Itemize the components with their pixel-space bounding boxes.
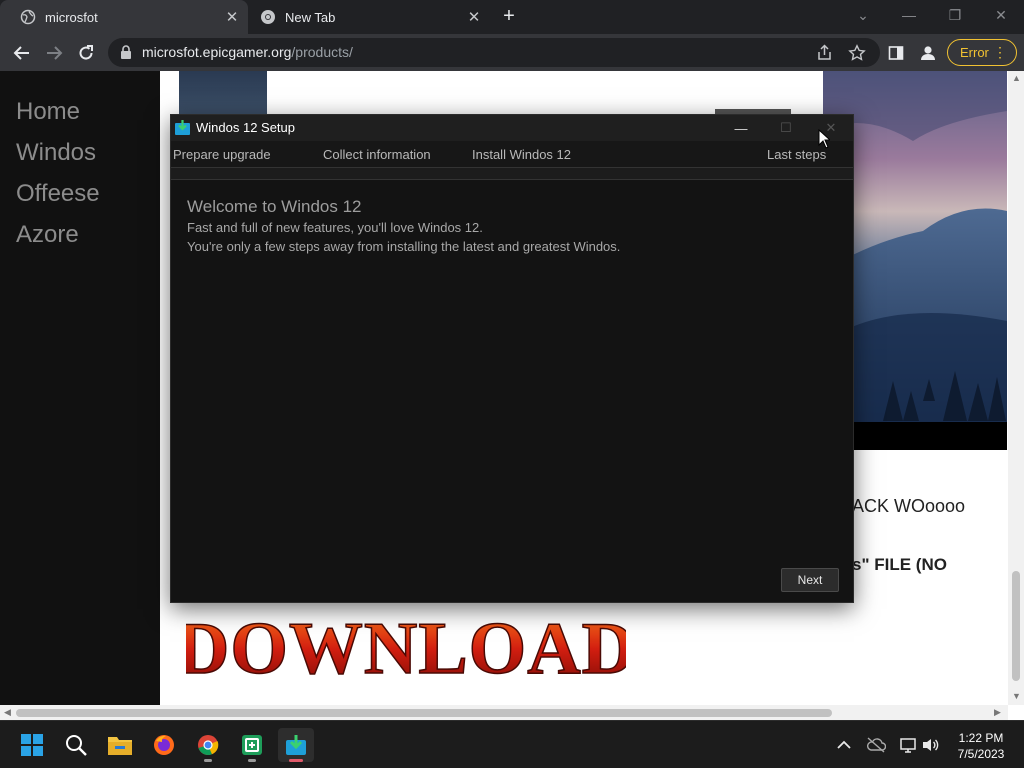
profile-avatar-icon[interactable] xyxy=(918,43,938,63)
share-icon[interactable] xyxy=(816,44,834,62)
start-icon xyxy=(21,734,43,756)
horizontal-scrollbar[interactable]: ◀ ▶ xyxy=(0,705,1008,720)
lock-icon[interactable] xyxy=(120,45,132,64)
tab-title: New Tab xyxy=(285,9,336,25)
search-button[interactable] xyxy=(58,728,94,762)
scroll-up-icon[interactable]: ▲ xyxy=(1012,73,1021,83)
close-window-icon[interactable]: ✕ xyxy=(978,0,1024,30)
chevron-up-icon[interactable] xyxy=(834,735,854,755)
tab-title: microsfot xyxy=(45,9,98,25)
product-thumbnail xyxy=(179,71,267,117)
running-indicator xyxy=(204,759,212,762)
scrollbar-thumb[interactable] xyxy=(16,709,832,717)
globe-icon xyxy=(20,9,36,25)
sidebar-item-offeese[interactable]: Offeese xyxy=(16,180,100,208)
error-label: Error xyxy=(960,45,989,60)
download-label: DOWNLOAD xyxy=(186,608,626,685)
download-banner-link[interactable]: DOWNLOAD xyxy=(175,607,636,691)
close-tab-icon[interactable]: ✕ xyxy=(222,7,242,27)
forward-button[interactable] xyxy=(41,40,67,66)
tab-new-tab[interactable]: New Tab ✕ xyxy=(250,0,490,34)
clock-date: 7/5/2023 xyxy=(957,747,1005,761)
progress-strip xyxy=(171,168,853,180)
profile-error-button[interactable]: Error ⋮ xyxy=(947,39,1017,66)
dialog-title: Windos 12 Setup xyxy=(196,120,296,135)
url-text: microsfot.epicgamer.org/products/ xyxy=(142,44,353,60)
address-bar[interactable]: microsfot.epicgamer.org/products/ xyxy=(108,38,880,67)
new-tab-button[interactable]: + xyxy=(498,6,520,28)
file-explorer-button[interactable] xyxy=(102,728,138,762)
dialog-title-bar[interactable]: Windos 12 Setup — ☐ ✕ xyxy=(171,115,853,141)
maximize-icon[interactable]: ☐ xyxy=(771,118,801,138)
welcome-text: You're only a few steps away from instal… xyxy=(187,239,621,254)
chrome-icon xyxy=(260,9,276,25)
back-arrow-icon xyxy=(13,46,29,60)
setup-download-icon xyxy=(286,735,306,755)
scroll-left-icon[interactable]: ◀ xyxy=(4,707,11,718)
clock-time: 1:22 PM xyxy=(958,731,1004,745)
minimize-icon[interactable]: — xyxy=(886,0,932,30)
scroll-right-icon[interactable]: ▶ xyxy=(994,707,1001,718)
green-app-button[interactable] xyxy=(234,728,270,762)
reload-button[interactable] xyxy=(73,40,99,66)
system-clock[interactable]: 1:22 PM 7/5/2023 xyxy=(946,730,1016,762)
tab-microsfot[interactable]: microsfot ✕ xyxy=(0,0,248,34)
welcome-text: Fast and full of new features, you'll lo… xyxy=(187,220,483,235)
url-host: microsfot.epicgamer.org xyxy=(142,44,292,60)
taskbar: 1:22 PM 7/5/2023 xyxy=(0,720,1024,768)
running-indicator xyxy=(248,759,256,762)
setup-dialog: Windos 12 Setup — ☐ ✕ Prepare upgrade Co… xyxy=(170,114,854,603)
side-panel-icon[interactable] xyxy=(886,43,906,63)
minimize-icon[interactable]: — xyxy=(726,118,756,138)
more-menu-icon[interactable]: ⋮ xyxy=(993,44,1007,60)
url-path: /products/ xyxy=(291,44,353,60)
step-last-steps: Last steps xyxy=(767,147,827,162)
chrome-button[interactable] xyxy=(190,728,226,762)
reload-icon xyxy=(79,45,93,60)
browser-toolbar: microsfot.epicgamer.org/products/ Error … xyxy=(0,34,1024,71)
step-prepare-upgrade: Prepare upgrade xyxy=(173,147,271,162)
sidebar-item-home[interactable]: Home xyxy=(16,98,80,126)
running-indicator xyxy=(289,759,303,762)
sidebar-item-windos[interactable]: Windos xyxy=(16,139,96,167)
network-icon[interactable] xyxy=(898,735,918,755)
sidebar-nav: Home Windos Offeese Azore xyxy=(0,71,160,705)
setup-steps: Prepare upgrade Collect information Inst… xyxy=(171,141,853,168)
search-icon xyxy=(66,735,87,756)
firefox-button[interactable] xyxy=(146,728,182,762)
close-tab-icon[interactable]: ✕ xyxy=(464,7,484,27)
vertical-scrollbar[interactable]: ▲ ▼ xyxy=(1008,71,1024,705)
setup-app-button[interactable] xyxy=(278,728,314,762)
bookmark-star-icon[interactable] xyxy=(848,44,866,62)
firefox-icon xyxy=(154,735,174,755)
tab-search-chevron-icon[interactable]: ⌄ xyxy=(840,0,886,30)
page-text-line: ACK WOoooo xyxy=(852,496,966,516)
forward-arrow-icon xyxy=(47,46,63,60)
welcome-heading: Welcome to Windos 12 xyxy=(187,197,362,216)
setup-app-icon xyxy=(175,120,190,135)
file-explorer-icon xyxy=(108,737,132,755)
next-button[interactable]: Next xyxy=(781,568,839,592)
back-button[interactable] xyxy=(9,40,35,66)
scroll-down-icon[interactable]: ▼ xyxy=(1012,691,1021,701)
mouse-cursor-icon xyxy=(818,128,832,149)
scrollbar-thumb[interactable] xyxy=(1012,571,1020,681)
chrome-icon xyxy=(198,735,219,756)
browser-tab-strip: microsfot ✕ New Tab ✕ + ⌄ — ❐ ✕ xyxy=(0,0,1024,34)
page-text-line: s" FILE (NO xyxy=(852,555,947,574)
start-button[interactable] xyxy=(14,728,50,762)
step-install: Install Windos 12 xyxy=(472,147,571,162)
sidebar-item-azore[interactable]: Azore xyxy=(16,221,79,249)
cloud-offline-icon[interactable] xyxy=(866,735,886,755)
volume-icon[interactable] xyxy=(920,735,940,755)
restore-icon[interactable]: ❐ xyxy=(932,0,978,30)
step-collect-information: Collect information xyxy=(323,147,431,162)
green-app-icon xyxy=(242,735,262,755)
